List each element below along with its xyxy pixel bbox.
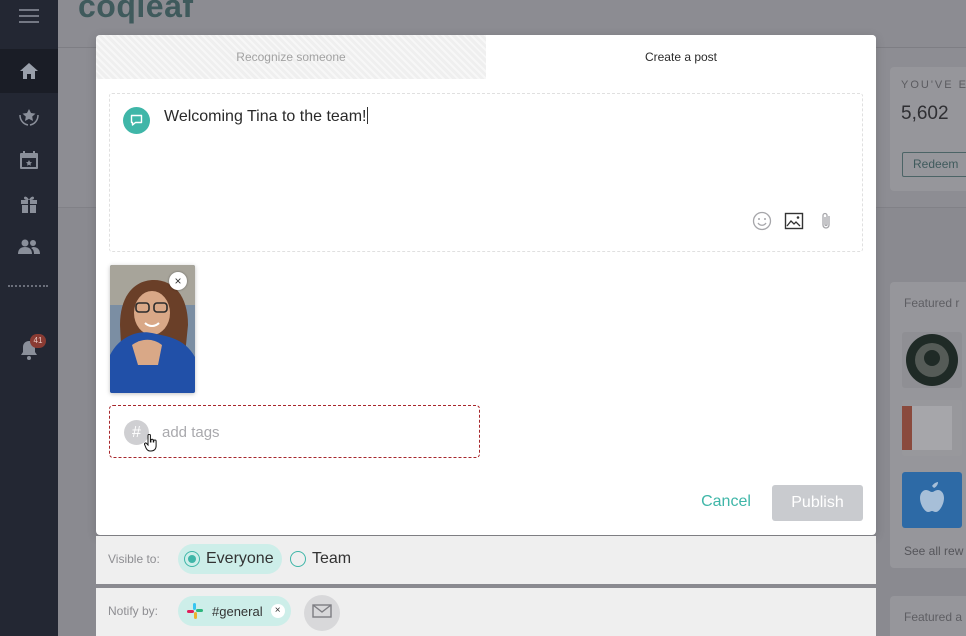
publish-button[interactable]: Publish xyxy=(772,485,863,521)
points-value: 5,602 xyxy=(901,103,949,124)
notification-badge: 41 xyxy=(30,334,46,348)
see-all-rewards-link[interactable]: See all rew xyxy=(904,544,963,558)
composer-tools xyxy=(752,211,836,231)
calendar-icon xyxy=(19,150,39,170)
points-card: YOU'VE E 5,602 Redeem xyxy=(890,67,966,191)
everyone-label: Everyone xyxy=(206,550,274,567)
featured-rewards-card: Featured r See all rew xyxy=(890,282,966,568)
sidebar-item-people[interactable] xyxy=(0,225,58,269)
app-logo[interactable]: coqleaf xyxy=(78,0,194,25)
paperclip-icon[interactable] xyxy=(816,211,836,231)
visibility-option-team[interactable]: Team xyxy=(290,544,351,574)
radio-team[interactable] xyxy=(290,551,306,567)
emoji-icon[interactable] xyxy=(752,211,772,231)
visibility-section: Visible to: Everyone Team xyxy=(96,536,876,584)
post-text: Welcoming Tina to the team! xyxy=(164,108,367,125)
menu-button[interactable] xyxy=(0,0,58,38)
remove-channel-button[interactable]: × xyxy=(270,604,285,618)
home-icon xyxy=(19,62,39,80)
create-post-modal: Recognize someone Create a post Welcomin… xyxy=(96,35,876,535)
reward-tile-starbucks[interactable] xyxy=(902,332,962,388)
gift-icon xyxy=(19,194,39,214)
radio-everyone[interactable] xyxy=(184,551,200,567)
featured-secondary-label: Featured a xyxy=(904,610,963,624)
notify-channel-chip[interactable]: #general × xyxy=(178,596,291,626)
slack-channel-name: #general xyxy=(212,603,263,619)
tab-recognize-someone[interactable]: Recognize someone xyxy=(96,35,486,79)
tab-create-a-post[interactable]: Create a post xyxy=(486,35,876,79)
sidebar-item-notifications[interactable] xyxy=(0,328,58,372)
email-notify-button[interactable] xyxy=(304,595,340,631)
sidebar-item-recognition[interactable] xyxy=(0,95,58,139)
sidebar-item-rewards[interactable] xyxy=(0,182,58,226)
featured-rewards-label: Featured r xyxy=(904,296,960,310)
sidebar: 41 xyxy=(0,0,58,636)
remove-photo-button[interactable]: × xyxy=(169,272,187,290)
chat-bubble-icon xyxy=(123,107,150,134)
sidebar-item-home[interactable] xyxy=(0,49,58,93)
reward-tile-apple[interactable] xyxy=(902,472,962,528)
slack-icon xyxy=(186,602,204,620)
people-icon xyxy=(18,239,40,255)
award-icon xyxy=(18,107,40,127)
menu-icon xyxy=(19,9,39,23)
redeem-button[interactable]: Redeem xyxy=(902,152,966,177)
notify-section: Notify by: #general × xyxy=(96,588,876,636)
reward-tile-book[interactable] xyxy=(902,400,962,456)
cancel-button[interactable]: Cancel xyxy=(694,484,758,520)
visibility-option-everyone[interactable]: Everyone xyxy=(178,544,282,574)
mail-icon xyxy=(312,603,332,623)
post-text-input[interactable]: Welcoming Tina to the team! xyxy=(164,107,369,126)
team-label: Team xyxy=(312,550,352,567)
hand-cursor-icon xyxy=(144,433,158,457)
post-composer[interactable]: Welcoming Tina to the team! xyxy=(109,93,863,252)
featured-card-secondary: Featured a xyxy=(890,596,966,636)
image-icon[interactable] xyxy=(784,211,804,231)
text-caret xyxy=(367,107,369,124)
sidebar-divider xyxy=(8,285,48,287)
modal-tabs: Recognize someone Create a post xyxy=(96,35,876,79)
sidebar-item-events[interactable] xyxy=(0,138,58,182)
tags-input[interactable] xyxy=(162,418,462,446)
notify-by-label: Notify by: xyxy=(108,604,159,618)
points-label: YOU'VE E xyxy=(901,79,966,91)
tags-field[interactable]: # xyxy=(109,405,480,458)
visible-to-label: Visible to: xyxy=(108,552,160,566)
